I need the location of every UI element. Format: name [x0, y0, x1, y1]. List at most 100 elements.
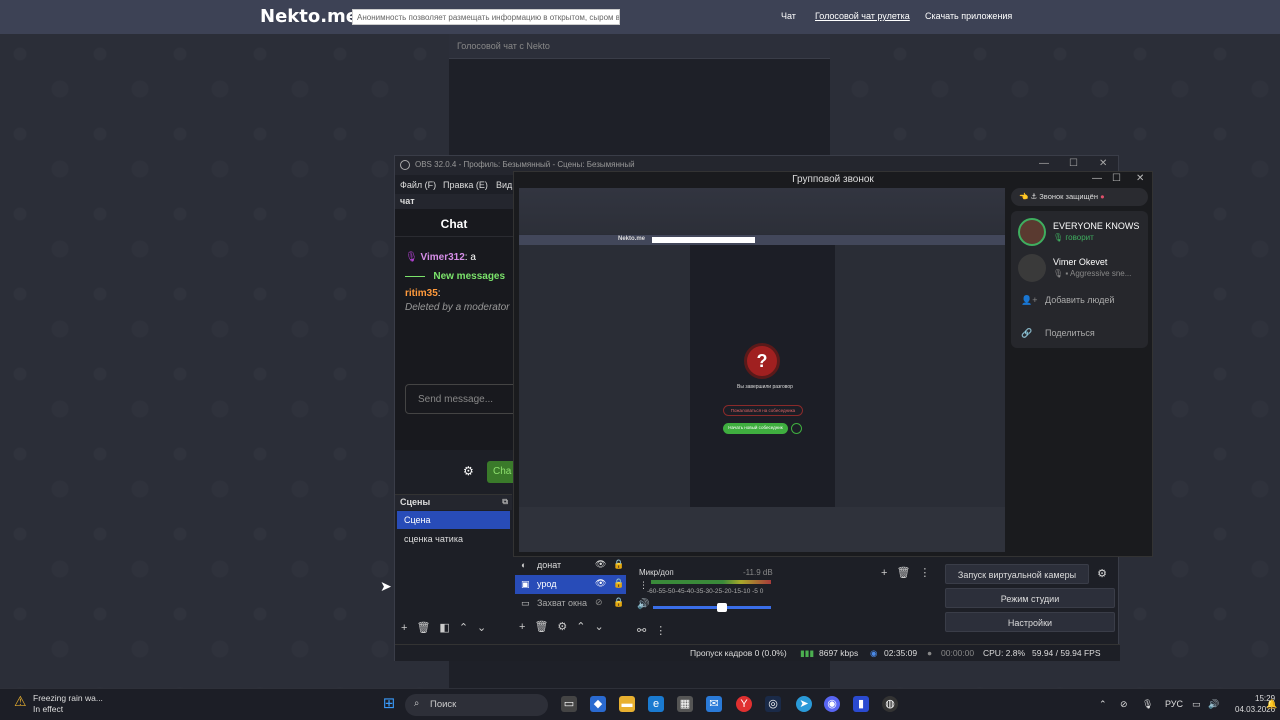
dropped-frames: Пропуск кадров 0 (0.0%): [690, 648, 787, 658]
gear-icon[interactable]: ⚙: [557, 621, 567, 633]
menu-view[interactable]: Вид: [496, 180, 512, 190]
share-button[interactable]: 🔗 Поделиться: [1021, 328, 1095, 339]
move-up-icon[interactable]: ⌃: [459, 622, 468, 634]
task-view-icon[interactable]: ▭: [561, 696, 577, 712]
network-off-icon[interactable]: ⊘: [1120, 699, 1128, 710]
menu-edit[interactable]: Правка (E): [443, 180, 488, 190]
member-item[interactable]: EVERYONE KNOWS 🎙 говорит: [1011, 215, 1148, 251]
close-icon[interactable]: ✕: [1136, 173, 1144, 184]
chat-username[interactable]: Vimer312: [420, 252, 464, 263]
taskbar: ⚠ Freezing rain wa... In effect ⊞ ⌕ Поис…: [0, 688, 1280, 720]
source-item[interactable]: ▣ урод 👁 🔒: [515, 575, 626, 594]
lock-icon[interactable]: 🔒: [613, 559, 624, 570]
anchor-icon: ⚓: [1030, 192, 1038, 201]
chat-username[interactable]: ritim35: [405, 288, 438, 299]
eye-icon[interactable]: 👁: [595, 559, 606, 570]
scenes-title: Сцены ⧉: [395, 495, 512, 510]
windows-start-icon[interactable]: ⊞: [381, 696, 397, 712]
store-icon[interactable]: ▦: [677, 696, 693, 712]
more-icon[interactable]: ⋮: [655, 625, 666, 637]
stats-icon[interactable]: ▮: [853, 696, 869, 712]
game-icon: ▪: [1065, 269, 1069, 278]
trash-icon[interactable]: 🗑: [416, 622, 430, 634]
eye-hidden-icon[interactable]: ⊘: [595, 597, 603, 608]
cpu-usage: CPU: 2.8%: [983, 648, 1026, 658]
chat-send-button[interactable]: Cha: [487, 461, 513, 483]
site-header: Nekto.me Анонимность позволяет размещать…: [0, 0, 1280, 34]
link-icon[interactable]: ⚯: [637, 625, 646, 637]
move-down-icon[interactable]: ⌄: [477, 622, 486, 634]
volume-icon[interactable]: 🔊: [1208, 699, 1219, 710]
mic-icon: 🎙: [405, 252, 418, 263]
undock-icon[interactable]: ⧉: [502, 497, 508, 507]
move-down-icon[interactable]: ⌄: [595, 621, 604, 633]
lock-icon[interactable]: 🔒: [613, 597, 624, 608]
hand-icon: 👈: [1019, 192, 1029, 201]
secure-call-badge[interactable]: 👈 ⚓ Звонок защищён ●: [1011, 188, 1148, 206]
add-user-icon: 👤+: [1021, 295, 1038, 305]
speaker-icon[interactable]: 🔊: [637, 599, 649, 610]
screen-share-stream[interactable]: Nekto.me ? Вы завершили разговор Пожалов…: [519, 188, 1005, 552]
edge-icon[interactable]: e: [648, 696, 664, 712]
mail-icon[interactable]: ✉: [706, 696, 722, 712]
taskbar-search[interactable]: ⌕ Поиск: [405, 694, 548, 716]
avatar: [1018, 218, 1046, 246]
weather-widget[interactable]: ⚠ Freezing rain wa... In effect: [14, 693, 103, 715]
nav-chat-link[interactable]: Чат: [781, 11, 796, 21]
menu-file[interactable]: Файл (F): [400, 180, 436, 190]
filter-icon[interactable]: ◧: [439, 622, 449, 634]
controls-panel: Запуск виртуальной камеры ⚙ Режим студии…: [945, 564, 1115, 636]
chat-message: 🎙 Vimer312: a: [405, 252, 476, 263]
eye-icon[interactable]: 👁: [595, 578, 606, 589]
scene-item[interactable]: Сцена: [397, 511, 510, 529]
source-item[interactable]: ▭ Захват окна ⊘ 🔒: [515, 594, 626, 613]
steam-icon[interactable]: ◎: [765, 696, 781, 712]
scene-item[interactable]: сценка чатика: [397, 530, 510, 548]
trash-icon[interactable]: 🗑: [534, 621, 548, 633]
move-up-icon[interactable]: ⌃: [576, 621, 585, 633]
telegram-icon[interactable]: ➤: [796, 696, 812, 712]
warning-icon: ⚠: [14, 693, 27, 709]
discord-icon[interactable]: ◉: [824, 696, 840, 712]
language-indicator[interactable]: РУС: [1165, 699, 1183, 709]
add-icon[interactable]: +: [401, 622, 407, 634]
add-icon[interactable]: +: [881, 567, 887, 579]
sources-toolbar: + 🗑 ⚙ ⌃ ⌄: [519, 620, 613, 633]
notifications-icon[interactable]: 🔔: [1266, 699, 1277, 710]
settings-button[interactable]: Настройки: [945, 612, 1115, 632]
minimize-icon[interactable]: —: [1092, 173, 1102, 184]
chat-dock-title: чат: [395, 194, 513, 209]
start-virtual-camera-button[interactable]: Запуск виртуальной камеры: [945, 564, 1089, 584]
site-logo[interactable]: Nekto.me: [260, 6, 358, 27]
widgets-icon[interactable]: ◆: [590, 696, 606, 712]
volume-slider-knob[interactable]: [717, 603, 727, 612]
more-icon[interactable]: ⋮: [919, 567, 930, 579]
file-explorer-icon[interactable]: ▬: [619, 696, 635, 712]
maximize-icon[interactable]: ☐: [1069, 158, 1078, 169]
gear-icon[interactable]: ⚙: [1097, 567, 1107, 580]
display-icon[interactable]: ▭: [1192, 699, 1201, 710]
rec-icon: ●: [927, 648, 933, 658]
add-people-button[interactable]: 👤+ Добавить людей: [1021, 295, 1114, 306]
meter-scale: -60-55-50-45-40-35-30-25-20-15-10 -5 0: [647, 588, 764, 595]
yandex-browser-icon[interactable]: Y: [736, 696, 752, 712]
nav-download-link[interactable]: Скачать приложения: [925, 11, 1012, 21]
member-item[interactable]: Vimer Okevet 🎙 ▪ Aggressive sne...: [1011, 251, 1148, 287]
nav-voice-roulette-link[interactable]: Голосовой чат рулетка: [815, 11, 910, 21]
lock-icon[interactable]: 🔒: [613, 578, 624, 589]
maximize-icon[interactable]: ☐: [1112, 173, 1121, 184]
close-icon[interactable]: ✕: [1099, 158, 1107, 169]
add-icon[interactable]: +: [519, 621, 525, 633]
volume-slider[interactable]: [653, 606, 771, 609]
source-item[interactable]: ◐ донат 👁 🔒: [515, 556, 626, 575]
chat-settings-gear-icon[interactable]: ⚙: [463, 464, 474, 478]
minimize-icon[interactable]: —: [1039, 158, 1049, 169]
chat-send-input[interactable]: Send message...: [405, 384, 525, 414]
obs-logo-icon: [400, 160, 410, 170]
studio-mode-button[interactable]: Режим студии: [945, 588, 1115, 608]
live-icon: ◉: [870, 648, 878, 658]
microphone-icon[interactable]: 🎙: [1142, 699, 1153, 710]
obs-icon[interactable]: ◍: [882, 696, 898, 712]
tray-chevron-icon[interactable]: ⌃: [1099, 699, 1107, 710]
trash-icon[interactable]: 🗑: [896, 567, 910, 579]
